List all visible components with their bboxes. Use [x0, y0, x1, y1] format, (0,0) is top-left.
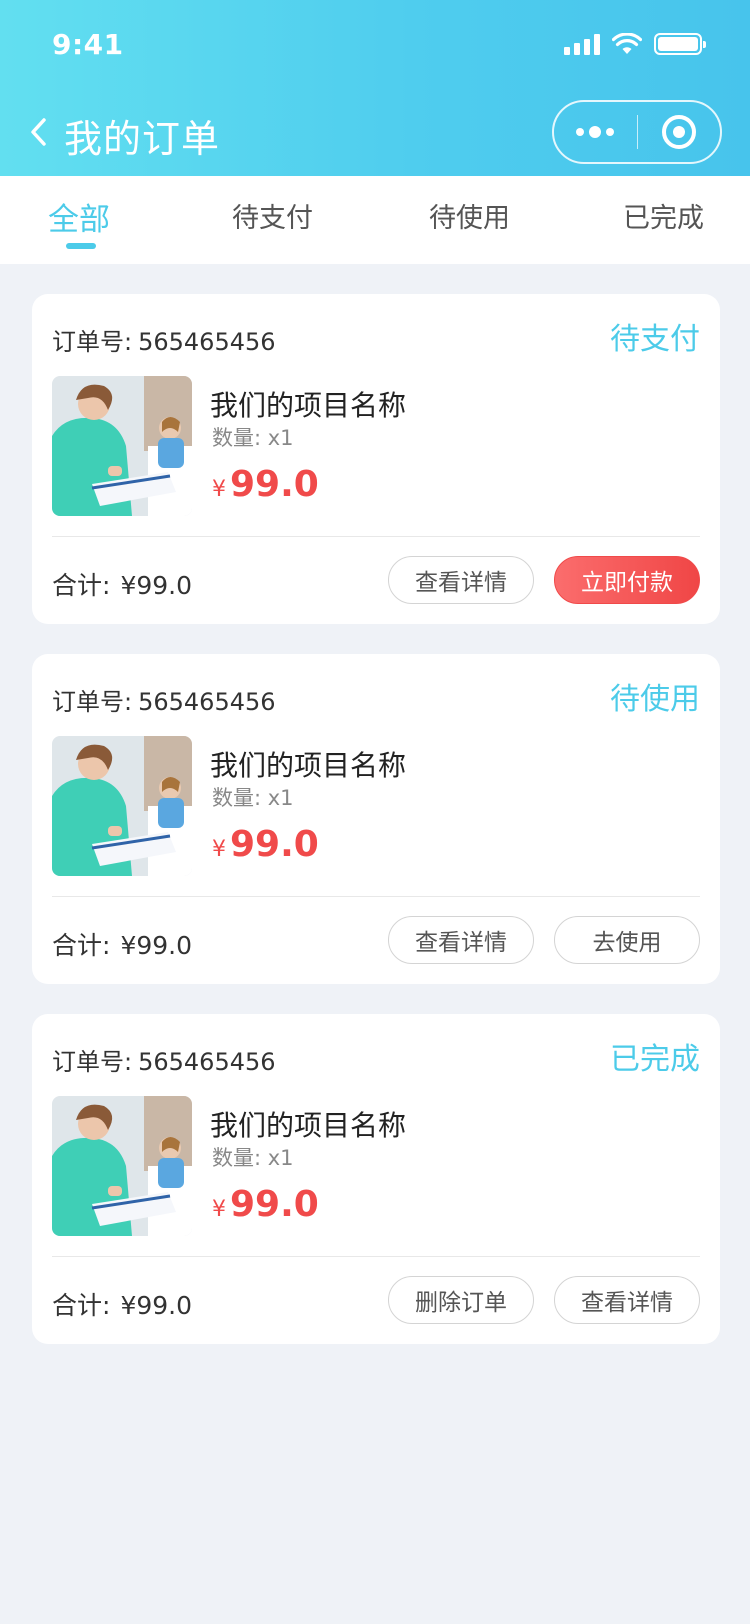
signal-icon [564, 33, 600, 55]
mini-program-capsule [552, 100, 722, 164]
product-image[interactable] [52, 1096, 192, 1236]
divider [52, 1256, 700, 1257]
total-label: 合计: [52, 571, 111, 600]
tab-pending-use[interactable]: 待使用 [429, 196, 510, 235]
view-details-button[interactable]: 查看详情 [554, 1276, 700, 1324]
order-number-label: 订单号: [52, 1048, 133, 1076]
order-total: 合计: ¥99.0 [52, 926, 192, 962]
item-name: 我们的项目名称 [210, 749, 407, 782]
more-dots-icon [576, 126, 615, 138]
total-value: ¥99.0 [120, 1291, 193, 1320]
active-tab-indicator [66, 243, 96, 249]
delete-order-button[interactable]: 删除订单 [388, 1276, 534, 1324]
price-amount: 99.0 [230, 824, 319, 865]
order-number-value: 565465456 [138, 688, 276, 716]
order-status: 已完成 [610, 1042, 700, 1077]
item-quantity: 数量: x1 [212, 426, 294, 450]
view-details-button[interactable]: 查看详情 [388, 916, 534, 964]
item-quantity: 数量: x1 [212, 1146, 294, 1170]
chevron-left-icon[interactable] [24, 112, 54, 152]
order-number-label: 订单号: [52, 688, 133, 716]
product-image[interactable] [52, 736, 192, 876]
wifi-icon [612, 33, 642, 54]
order-number-value: 565465456 [138, 328, 276, 356]
use-now-button[interactable]: 去使用 [554, 916, 700, 964]
order-status: 待使用 [610, 682, 700, 717]
status-icons [564, 32, 706, 56]
item-price: ¥99.0 [212, 464, 319, 505]
total-value: ¥99.0 [120, 571, 193, 600]
order-number: 订单号: 565465456 [52, 322, 276, 357]
divider [52, 536, 700, 537]
price-amount: 99.0 [230, 464, 319, 505]
order-tabs: 全部 待支付 待使用 已完成 [0, 176, 750, 264]
currency-symbol: ¥ [212, 477, 226, 502]
order-card: 订单号: 565465456 已完成 我们的项目名称 数量: x1 ¥99.0 合… [32, 1014, 720, 1344]
item-price: ¥99.0 [212, 824, 319, 865]
target-icon [661, 115, 696, 149]
order-card: 订单号: 565465456 待使用 我们的项目名称 数量: x1 ¥99.0 合… [32, 654, 720, 984]
order-total: 合计: ¥99.0 [52, 566, 192, 602]
currency-symbol: ¥ [212, 837, 226, 862]
product-image[interactable] [52, 376, 192, 516]
view-details-button[interactable]: 查看详情 [388, 556, 534, 604]
tab-pending-payment[interactable]: 待支付 [232, 196, 313, 235]
order-status: 待支付 [610, 322, 700, 357]
order-card: 订单号: 565465456 待支付 我们的项目名称 数量: x1 ¥99.0 合… [32, 294, 720, 624]
battery-icon [654, 33, 706, 55]
order-total: 合计: ¥99.0 [52, 1286, 192, 1322]
total-value: ¥99.0 [120, 931, 193, 960]
total-label: 合计: [52, 1291, 111, 1320]
divider [52, 896, 700, 897]
currency-symbol: ¥ [212, 1197, 226, 1222]
price-amount: 99.0 [230, 1184, 319, 1225]
more-button[interactable] [554, 102, 637, 162]
pay-now-button[interactable]: 立即付款 [554, 556, 700, 604]
close-mini-program-button[interactable] [638, 102, 721, 162]
app-header: 9:41 我的订单 [0, 0, 750, 176]
total-label: 合计: [52, 931, 111, 960]
item-name: 我们的项目名称 [210, 1109, 407, 1142]
page-title: 我的订单 [64, 117, 221, 161]
order-number-label: 订单号: [52, 328, 133, 356]
tab-all[interactable]: 全部 [48, 194, 110, 239]
order-number: 订单号: 565465456 [52, 682, 276, 717]
item-price: ¥99.0 [212, 1184, 319, 1225]
item-quantity: 数量: x1 [212, 786, 294, 810]
status-time: 9:41 [52, 28, 124, 61]
tab-completed[interactable]: 已完成 [623, 196, 704, 235]
order-number-value: 565465456 [138, 1048, 276, 1076]
item-name: 我们的项目名称 [210, 389, 407, 422]
order-number: 订单号: 565465456 [52, 1042, 276, 1077]
